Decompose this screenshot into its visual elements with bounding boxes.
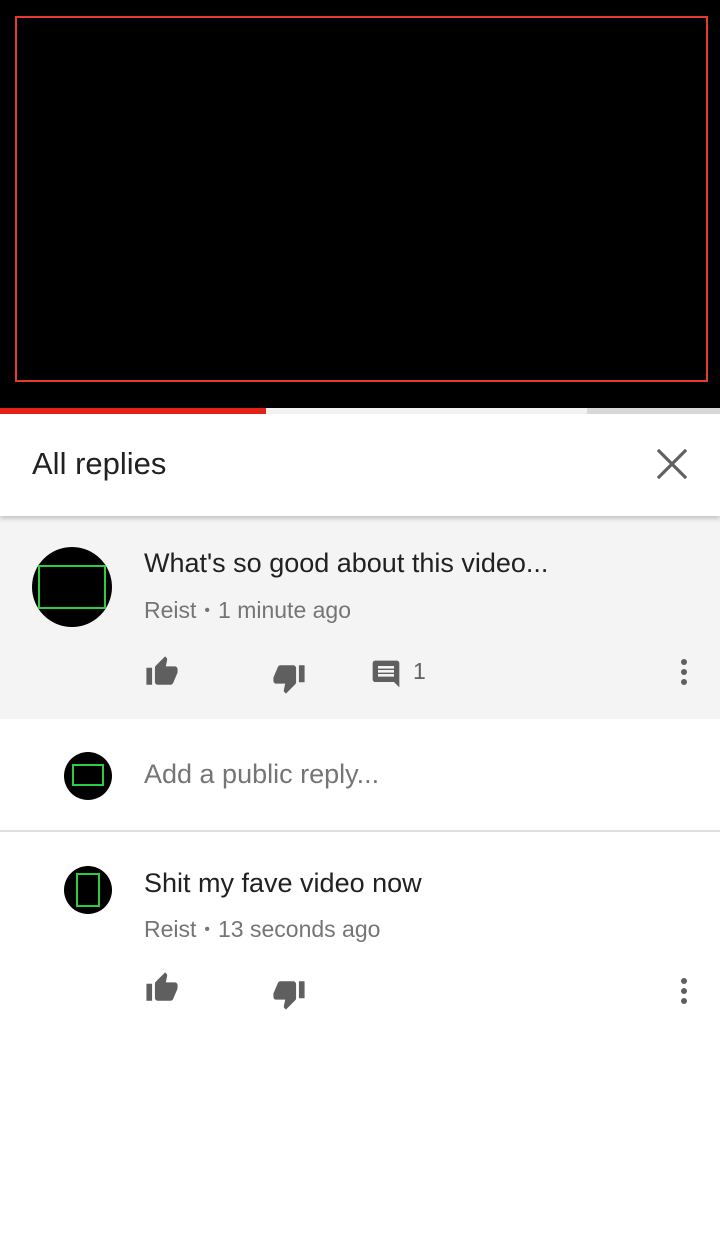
- dislike-icon: [273, 665, 305, 694]
- dislike-button[interactable]: [267, 972, 311, 1016]
- avatar[interactable]: [64, 866, 112, 914]
- reply-meta: Reist • 13 seconds ago: [144, 916, 381, 942]
- dislike-button[interactable]: [267, 656, 311, 700]
- more-options-button[interactable]: [662, 650, 706, 694]
- header-title: All replies: [32, 446, 167, 481]
- more-options-button[interactable]: [662, 969, 706, 1013]
- parent-comment: What's so good about this video... Reist…: [0, 516, 720, 719]
- video-frame: [15, 16, 708, 382]
- comment-icon: [372, 660, 400, 688]
- reply-count: 1: [413, 658, 426, 684]
- video-player[interactable]: [0, 0, 720, 410]
- reply-time: 13 seconds ago: [218, 916, 381, 942]
- comment-time: 1 minute ago: [218, 597, 351, 623]
- comment-author[interactable]: Reist: [144, 597, 196, 623]
- reply-author[interactable]: Reist: [144, 916, 196, 942]
- close-button[interactable]: [650, 442, 694, 486]
- avatar: [64, 752, 112, 800]
- close-icon: [657, 449, 687, 479]
- like-button[interactable]: [140, 650, 184, 694]
- more-vert-icon: [681, 659, 687, 685]
- like-icon: [146, 972, 178, 1001]
- reply-box: [0, 719, 720, 832]
- replies-header: All replies: [0, 414, 720, 516]
- comment-meta: Reist • 1 minute ago: [144, 597, 351, 623]
- avatar[interactable]: [32, 547, 112, 627]
- like-icon: [146, 656, 178, 685]
- dislike-icon: [273, 981, 305, 1010]
- reply-count-button[interactable]: [364, 652, 408, 696]
- reply-text: Shit my fave video now: [144, 868, 422, 898]
- like-button[interactable]: [140, 966, 184, 1010]
- comment-text: What's so good about this video...: [144, 548, 549, 578]
- reply-input[interactable]: [144, 759, 664, 790]
- more-vert-icon: [681, 978, 687, 1004]
